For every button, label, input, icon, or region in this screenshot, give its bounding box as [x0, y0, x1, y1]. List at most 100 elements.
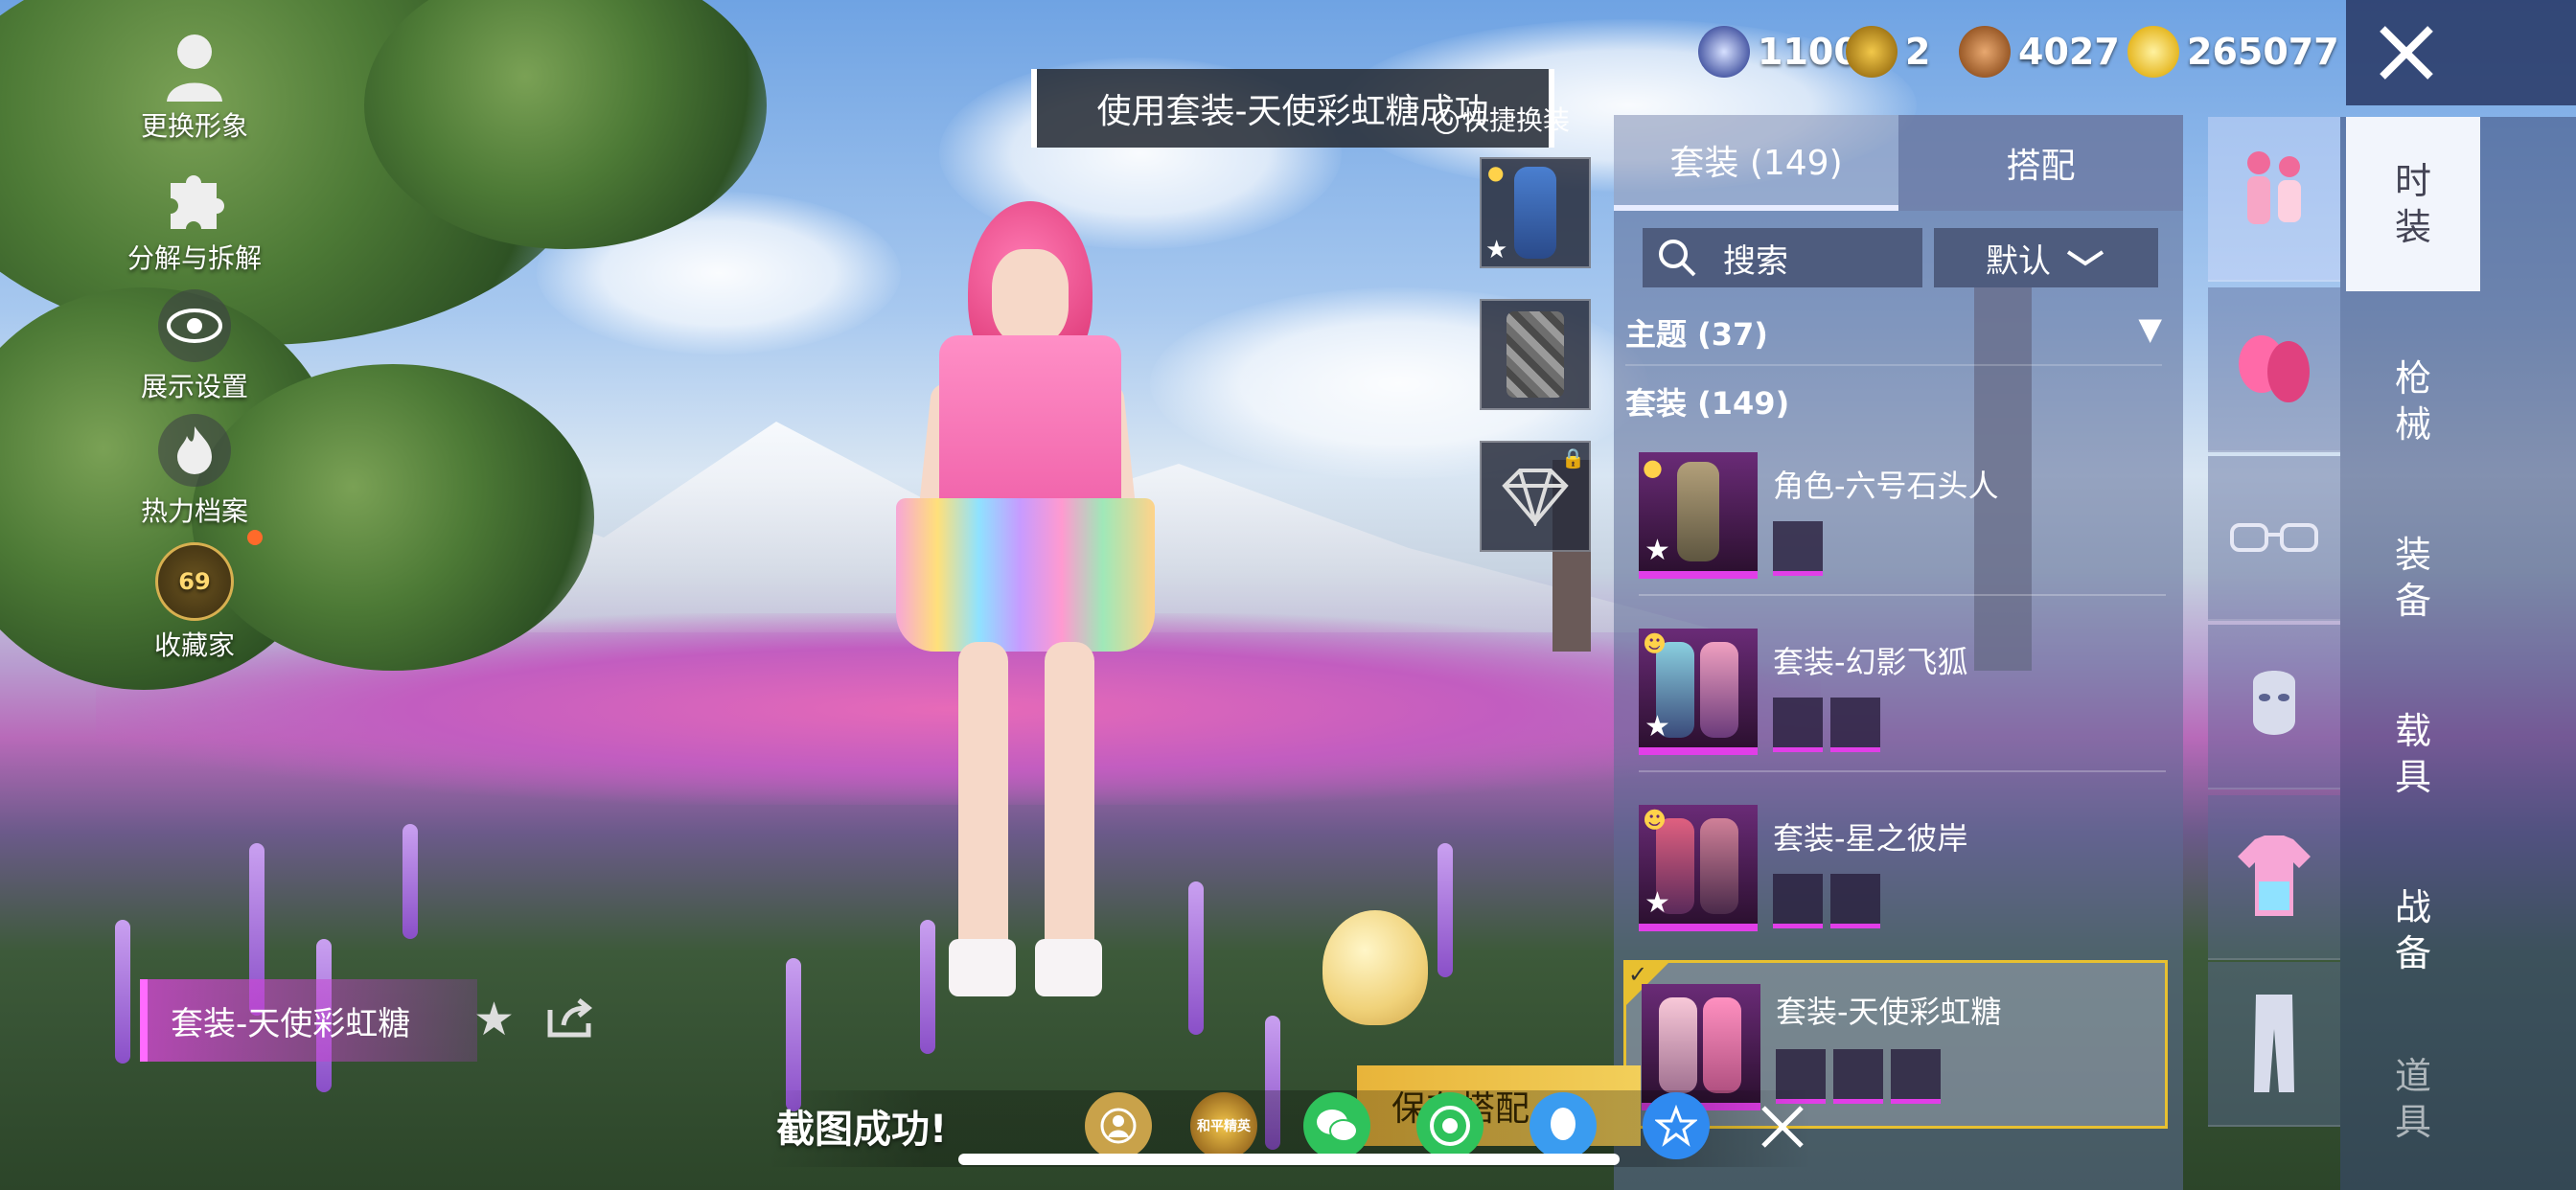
- share-moments-button[interactable]: [1416, 1092, 1484, 1159]
- main-tab-weapons[interactable]: 枪械: [2346, 314, 2480, 489]
- search-input[interactable]: 搜索: [1643, 228, 1922, 287]
- hair-icon: [2239, 335, 2310, 402]
- collector-button[interactable]: 69 收藏家: [113, 542, 276, 663]
- outfit-thumbnail: ☻ ★: [1639, 629, 1758, 755]
- close-icon: [2380, 26, 2433, 80]
- piece-thumbnail: [1830, 698, 1880, 752]
- power-archive-button[interactable]: 热力档案: [113, 414, 276, 529]
- screenshot-success-text: 截图成功!: [776, 1108, 948, 1152]
- diamond-icon: [1502, 469, 1569, 526]
- person-badge-icon: ●: [1487, 161, 1505, 184]
- change-appearance-button[interactable]: 更换形象: [113, 29, 276, 144]
- person-icon: [158, 29, 231, 102]
- share-qq-button[interactable]: [1530, 1092, 1597, 1159]
- category-glasses[interactable]: [2208, 456, 2340, 621]
- main-tab-fashion[interactable]: 时装: [2346, 117, 2480, 291]
- flower: [1188, 881, 1204, 1035]
- gold-token-icon: [1846, 26, 1898, 78]
- share-peace-elite-button[interactable]: 和平精英: [1190, 1092, 1257, 1159]
- smile-badge-icon: ☻: [1643, 630, 1668, 657]
- bronze-coin-icon: [1959, 26, 2011, 78]
- outfit-thumbnail: ☻ ★: [1639, 805, 1758, 931]
- main-tab-battle-gear[interactable]: 战备: [2346, 843, 2480, 1018]
- main-tab-equipment[interactable]: 装备: [2346, 491, 2480, 665]
- tab-outfits[interactable]: 套装 (149): [1614, 115, 1898, 211]
- shirt-icon: [2238, 835, 2311, 916]
- piece-thumbnail: [1833, 1049, 1883, 1104]
- quick-slot-outfit[interactable]: ★ ●: [1480, 157, 1591, 268]
- piece-thumbnail: [1773, 698, 1823, 752]
- flower: [786, 958, 801, 1111]
- sort-dropdown[interactable]: 默认: [1934, 228, 2158, 287]
- decompose-button[interactable]: 分解与拆解: [113, 161, 276, 276]
- pet-egg: [1322, 910, 1428, 1025]
- uc-coin-icon: [1698, 26, 1750, 78]
- category-top[interactable]: [2208, 795, 2340, 960]
- share-icon[interactable]: [546, 996, 596, 1039]
- outfit-card[interactable]: ● ★ 角色-六号石头人: [1639, 452, 2166, 615]
- chevron-down-icon: [2066, 250, 2104, 266]
- outfit-icon: [2247, 151, 2301, 224]
- glasses-icon: [2230, 523, 2318, 552]
- tab-match[interactable]: 搭配: [1898, 115, 2183, 211]
- close-button[interactable]: [2346, 0, 2576, 105]
- avatar-icon: [1100, 1108, 1137, 1144]
- share-wechat-button[interactable]: [1303, 1092, 1370, 1159]
- main-tab-items[interactable]: 道具: [2346, 1012, 2480, 1186]
- panel-tabs: 套装 (149) 搭配: [1614, 115, 2183, 211]
- piece-thumbnail: [1773, 521, 1823, 576]
- share-qzone-button[interactable]: [1643, 1092, 1710, 1159]
- game-scene: 更换形象 分解与拆解 展示设置 热力档案 69 收藏家 套装-天使彩虹糖 ★ 使…: [0, 0, 2576, 1190]
- piece-thumbnail: [1773, 874, 1823, 928]
- currency-bronze: 4027: [1959, 23, 2120, 80]
- outfit-thumbnail: ● ★: [1639, 452, 1758, 579]
- flower: [115, 920, 130, 1064]
- piece-thumbnail: [1891, 1049, 1941, 1104]
- mask-icon: [2253, 671, 2295, 735]
- currency-uc: 1100: [1698, 23, 1859, 80]
- quick-slot-diamond[interactable]: 🔒: [1480, 441, 1591, 552]
- pants-icon: [2254, 995, 2294, 1092]
- display-settings-button[interactable]: 展示设置: [113, 289, 276, 404]
- outfit-section-header: 套装 (149): [1625, 385, 1790, 422]
- eye-icon: [158, 289, 231, 362]
- category-pants[interactable]: [2208, 962, 2340, 1127]
- quick-swap-icon: [1434, 109, 1459, 134]
- current-outfit-label: 套装-天使彩虹糖: [140, 979, 477, 1062]
- close-icon: [1761, 1106, 1804, 1148]
- caret-down-icon: ▼: [2138, 310, 2162, 347]
- qzone-star-icon: [1655, 1105, 1697, 1147]
- quick-swap-label[interactable]: 快捷换装: [1434, 100, 1570, 138]
- category-hair[interactable]: [2208, 287, 2340, 452]
- outfit-card[interactable]: ☻ ★ 套装-幻影飞狐: [1639, 629, 2166, 791]
- close-share-button[interactable]: [1754, 1098, 1811, 1156]
- star-icon: ★: [1644, 886, 1670, 920]
- favorite-star-icon[interactable]: ★: [473, 993, 515, 1046]
- theme-section-header[interactable]: 主题 (37) ▼: [1625, 310, 2162, 355]
- person-badge-icon: ●: [1643, 454, 1663, 481]
- star-icon: ★: [1644, 534, 1670, 567]
- star-icon: ★: [1644, 710, 1670, 744]
- lock-icon: 🔒: [1561, 446, 1585, 469]
- divider: [1625, 364, 2162, 366]
- character-model: [843, 192, 1169, 1054]
- qq-icon: [1551, 1108, 1576, 1140]
- smile-badge-icon: ☻: [1643, 807, 1668, 834]
- divider: [1639, 594, 2166, 596]
- outfit-card[interactable]: ☻ ★ 套装-星之彼岸: [1639, 805, 2166, 968]
- category-outfit[interactable]: [2208, 117, 2340, 282]
- main-tab-vehicles[interactable]: 载具: [2346, 667, 2480, 841]
- flower: [1438, 843, 1453, 977]
- divider: [1639, 770, 2166, 772]
- moments-icon: [1430, 1106, 1470, 1146]
- home-indicator[interactable]: [958, 1154, 1620, 1165]
- category-mask[interactable]: [2208, 625, 2340, 790]
- share-avatar-button[interactable]: [1085, 1092, 1152, 1159]
- notification-dot: [247, 530, 263, 545]
- wechat-icon: [1317, 1110, 1358, 1142]
- flower: [402, 824, 418, 939]
- currency-gold-token: 2: [1846, 23, 1930, 80]
- star-icon: ★: [1485, 236, 1508, 264]
- quick-slot-camo[interactable]: [1480, 299, 1591, 410]
- puzzle-icon: [158, 161, 231, 234]
